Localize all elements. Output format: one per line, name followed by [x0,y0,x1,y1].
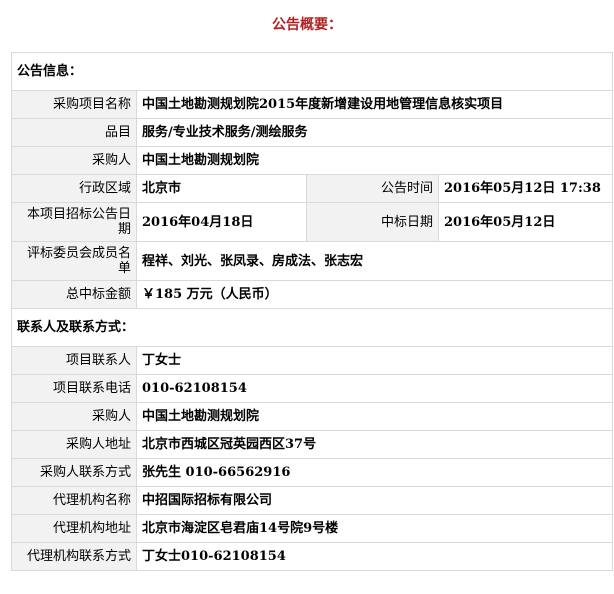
project-contact-value: 丁女士 [135,346,614,375]
tender-announce-date-label: 本项目招标公告日期 [11,202,137,242]
purchaser-contact-label: 采购人联系方式 [11,458,137,487]
committee-label: 评标委员会成员名单 [11,241,137,281]
table-row: 行政区域 北京市 公告时间 2016年05月12日 17:38 [11,174,614,203]
purchaser-address-label: 采购人地址 [11,430,137,459]
contact-purchaser-value: 中国土地勘测规划院 [135,402,614,431]
project-phone-value: 010-62108154 [135,374,614,403]
agency-contact-value: 丁女士010-62108154 [135,542,614,571]
region-label: 行政区域 [11,174,137,203]
table-row: 代理机构名称 中招国际招标有限公司 [11,486,614,515]
total-amount-value: ￥185 万元（人民币） [135,280,614,309]
purchaser-address-value: 北京市西城区冠英园西区37号 [135,430,614,459]
total-amount-label: 总中标金额 [11,280,137,309]
page-title: 公告概要： [272,17,342,33]
table-row: 采购人地址 北京市西城区冠英园西区37号 [11,430,614,459]
purchaser-value: 中国土地勘测规划院 [135,146,614,175]
agency-address-value: 北京市海淀区皂君庙14号院9号楼 [135,514,614,543]
award-date-label: 中标日期 [306,202,439,242]
section-row-contact: 联系人及联系方式： [10,308,614,347]
agency-name-label: 代理机构名称 [11,486,137,515]
agency-address-label: 代理机构地址 [11,514,137,543]
table-row: 项目联系人 丁女士 [11,346,614,375]
project-phone-label: 项目联系电话 [11,374,137,403]
project-contact-label: 项目联系人 [11,346,137,375]
table-row: 代理机构地址 北京市海淀区皂君庙14号院9号楼 [11,514,614,543]
category-value: 服务/专业技术服务/测绘服务 [135,118,614,147]
announcement-summary-table: 公告信息： 采购项目名称 中国土地勘测规划院2015年度新增建设用地管理信息核实… [10,52,614,571]
table-row: 项目联系电话 010-62108154 [11,374,614,403]
table-row: 本项目招标公告日期 2016年04月18日 中标日期 2016年05月12日 [11,202,614,242]
table-row: 采购人 中国土地勘测规划院 [11,402,614,431]
table-row: 采购人 中国土地勘测规划院 [11,146,614,175]
category-label: 品目 [11,118,137,147]
purchaser-label: 采购人 [11,146,137,175]
announce-time-value: 2016年05月12日 17:38 [437,174,614,203]
project-name-label: 采购项目名称 [11,90,137,119]
table-row: 采购人联系方式 张先生 010-66562916 [11,458,614,487]
project-name-value: 中国土地勘测规划院2015年度新增建设用地管理信息核实项目 [135,90,614,119]
table-row: 总中标金额 ￥185 万元（人民币） [11,280,614,309]
region-value: 北京市 [136,174,307,203]
table-row: 品目 服务/专业技术服务/测绘服务 [11,118,614,147]
committee-value: 程祥、刘光、张凤录、房成法、张志宏 [135,241,614,281]
contact-purchaser-label: 采购人 [11,402,137,431]
table-row: 评标委员会成员名单 程祥、刘光、张凤录、房成法、张志宏 [11,241,614,281]
section-row-announcement: 公告信息： [10,52,614,91]
tender-announce-date-value: 2016年04月18日 [136,202,307,242]
table-row: 代理机构联系方式 丁女士010-62108154 [11,542,614,571]
award-date-value: 2016年05月12日 [437,202,614,242]
purchaser-contact-value: 张先生 010-66562916 [135,458,614,487]
agency-name-value: 中招国际招标有限公司 [135,486,614,515]
agency-contact-label: 代理机构联系方式 [11,542,137,571]
table-row: 采购项目名称 中国土地勘测规划院2015年度新增建设用地管理信息核实项目 [11,90,614,119]
section-heading-announcement: 公告信息： [10,52,614,91]
announce-time-label: 公告时间 [306,174,439,203]
section-heading-contact: 联系人及联系方式： [10,308,614,347]
